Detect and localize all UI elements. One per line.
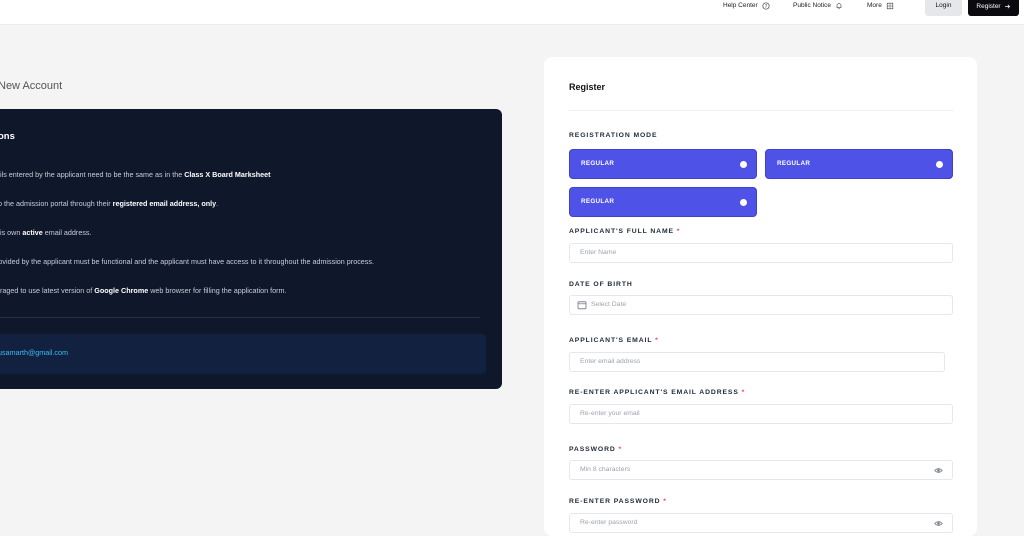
instruction-text: his own bbox=[0, 228, 21, 237]
instructions-title: ons bbox=[0, 131, 15, 142]
calendar-icon bbox=[577, 301, 587, 310]
eye-icon[interactable] bbox=[934, 466, 943, 475]
instruction-text: rovided by the applicant must be functio… bbox=[0, 257, 374, 266]
top-navigation-bar: Help Center ? Public Notice More Login R… bbox=[0, 0, 1024, 25]
register-button[interactable]: Register bbox=[968, 0, 1019, 16]
registration-mode-text: REGULAR bbox=[581, 160, 615, 167]
required-mark: * bbox=[663, 498, 667, 505]
instruction-text: uraged to use latest version of bbox=[0, 286, 95, 295]
password-input[interactable]: Min 8 characters bbox=[569, 460, 953, 480]
instruction-line: ails entered by the applicant need to be… bbox=[0, 170, 271, 179]
radio-indicator-icon bbox=[740, 161, 747, 168]
reenter-password-placeholder: Re-enter password bbox=[580, 519, 638, 526]
full-name-label: APPLICANT'S FULL NAME * bbox=[569, 228, 680, 235]
divider bbox=[0, 317, 480, 318]
reenter-email-input[interactable]: Re-enter your email bbox=[569, 404, 953, 424]
help-center-label: Help Center bbox=[723, 2, 758, 9]
instruction-text: to the admission portal through their bbox=[0, 199, 113, 208]
full-name-placeholder: Enter Name bbox=[580, 249, 617, 256]
grid-icon bbox=[886, 2, 893, 10]
contact-email-link[interactable]: usamarth@gmail.com bbox=[0, 348, 68, 357]
eye-icon[interactable] bbox=[934, 519, 943, 528]
reenter-email-label-text: RE-ENTER APPLICANT'S EMAIL ADDRESS bbox=[569, 389, 739, 396]
registration-mode-label: REGISTRATION MODE bbox=[569, 132, 658, 139]
instructions-card: ons ails entered by the applicant need t… bbox=[0, 109, 502, 389]
instruction-line: his own active email address. bbox=[0, 228, 92, 237]
public-notice-label: Public Notice bbox=[793, 2, 831, 9]
required-mark: * bbox=[618, 446, 623, 453]
applicant-email-input[interactable]: Enter email address bbox=[569, 352, 945, 372]
password-label-text: PASSWORD bbox=[569, 446, 616, 453]
more-label: More bbox=[867, 2, 882, 9]
date-of-birth-label: DATE OF BIRTH bbox=[569, 281, 633, 288]
page-title: New Account bbox=[0, 80, 63, 92]
divider bbox=[569, 110, 954, 111]
registration-mode-option[interactable]: REGULAR bbox=[569, 187, 757, 217]
contact-box: usamarth@gmail.com bbox=[0, 334, 486, 374]
reenter-password-label: RE-ENTER PASSWORD * bbox=[569, 498, 667, 505]
instruction-line: uraged to use latest version of Google C… bbox=[0, 286, 286, 295]
instruction-emphasis: active bbox=[22, 228, 43, 237]
register-label: Register bbox=[976, 2, 1001, 10]
help-center-link[interactable]: Help Center ? bbox=[723, 0, 770, 12]
applicant-email-placeholder: Enter email address bbox=[580, 358, 641, 365]
arrow-right-icon bbox=[1004, 4, 1010, 8]
instruction-text: ails entered by the applicant need to be… bbox=[0, 170, 185, 179]
instruction-text: email address. bbox=[42, 228, 92, 237]
required-mark: * bbox=[676, 228, 681, 235]
date-of-birth-placeholder: Select Date bbox=[591, 301, 627, 308]
radio-indicator-icon bbox=[740, 199, 747, 206]
applicant-email-label: APPLICANT'S EMAIL * bbox=[569, 337, 659, 344]
password-placeholder: Min 8 characters bbox=[580, 466, 631, 473]
radio-indicator-icon bbox=[936, 161, 943, 168]
instruction-text: web browser for filling the application … bbox=[148, 286, 287, 295]
login-button[interactable]: Login bbox=[925, 0, 962, 16]
reenter-password-input[interactable]: Re-enter password bbox=[569, 513, 953, 533]
reenter-password-label-text: RE-ENTER PASSWORD bbox=[569, 498, 661, 505]
instruction-emphasis: registered email address, only bbox=[112, 199, 217, 208]
instruction-line: rovided by the applicant must be functio… bbox=[0, 257, 374, 266]
more-menu[interactable]: More bbox=[867, 0, 894, 12]
full-name-input[interactable]: Enter Name bbox=[569, 243, 953, 263]
full-name-label-text: APPLICANT'S FULL NAME bbox=[569, 228, 674, 235]
reenter-email-placeholder: Re-enter your email bbox=[580, 410, 640, 417]
register-form-panel: Register REGISTRATION MODE REGULAR REGUL… bbox=[544, 57, 977, 536]
registration-mode-option[interactable]: REGULAR bbox=[765, 149, 953, 179]
registration-mode-text: REGULAR bbox=[581, 198, 615, 205]
password-label: PASSWORD * bbox=[569, 446, 622, 453]
instruction-emphasis: Class X Board Marksheet bbox=[184, 170, 271, 179]
bell-icon bbox=[836, 3, 842, 10]
instruction-line: to the admission portal through their re… bbox=[0, 199, 218, 208]
question-circle-icon: ? bbox=[762, 2, 770, 10]
instruction-emphasis: Google Chrome bbox=[94, 286, 149, 295]
applicant-email-label-text: APPLICANT'S EMAIL bbox=[569, 337, 653, 344]
required-mark: * bbox=[741, 389, 746, 396]
registration-mode-text: REGULAR bbox=[777, 160, 811, 167]
instruction-text: . bbox=[216, 199, 219, 208]
public-notice-link[interactable]: Public Notice bbox=[793, 0, 843, 12]
reenter-email-label: RE-ENTER APPLICANT'S EMAIL ADDRESS * bbox=[569, 389, 745, 396]
form-title: Register bbox=[569, 82, 606, 92]
required-mark: * bbox=[655, 337, 659, 344]
login-label: Login bbox=[935, 2, 952, 9]
registration-mode-option[interactable]: REGULAR bbox=[569, 149, 757, 179]
date-of-birth-input[interactable]: Select Date bbox=[569, 295, 953, 315]
